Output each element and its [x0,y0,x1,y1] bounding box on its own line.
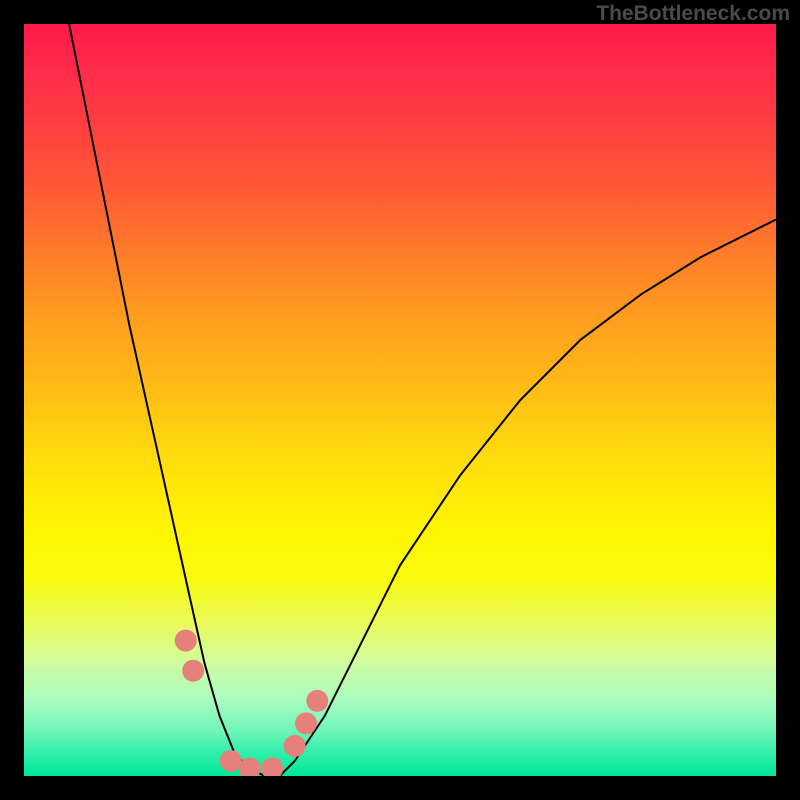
chart-frame: TheBottleneck.com [0,0,800,800]
curve-marker [295,712,317,734]
curve-marker [182,660,204,682]
curve-markers [175,630,329,776]
plot-area [24,24,776,776]
watermark-text: TheBottleneck.com [596,2,790,26]
curve-marker [175,630,197,652]
curve-marker [220,750,242,772]
curve-marker [261,758,283,777]
bottleneck-curve-line [69,24,776,776]
curve-marker [284,735,306,757]
chart-svg [24,24,776,776]
curve-marker [306,690,328,712]
